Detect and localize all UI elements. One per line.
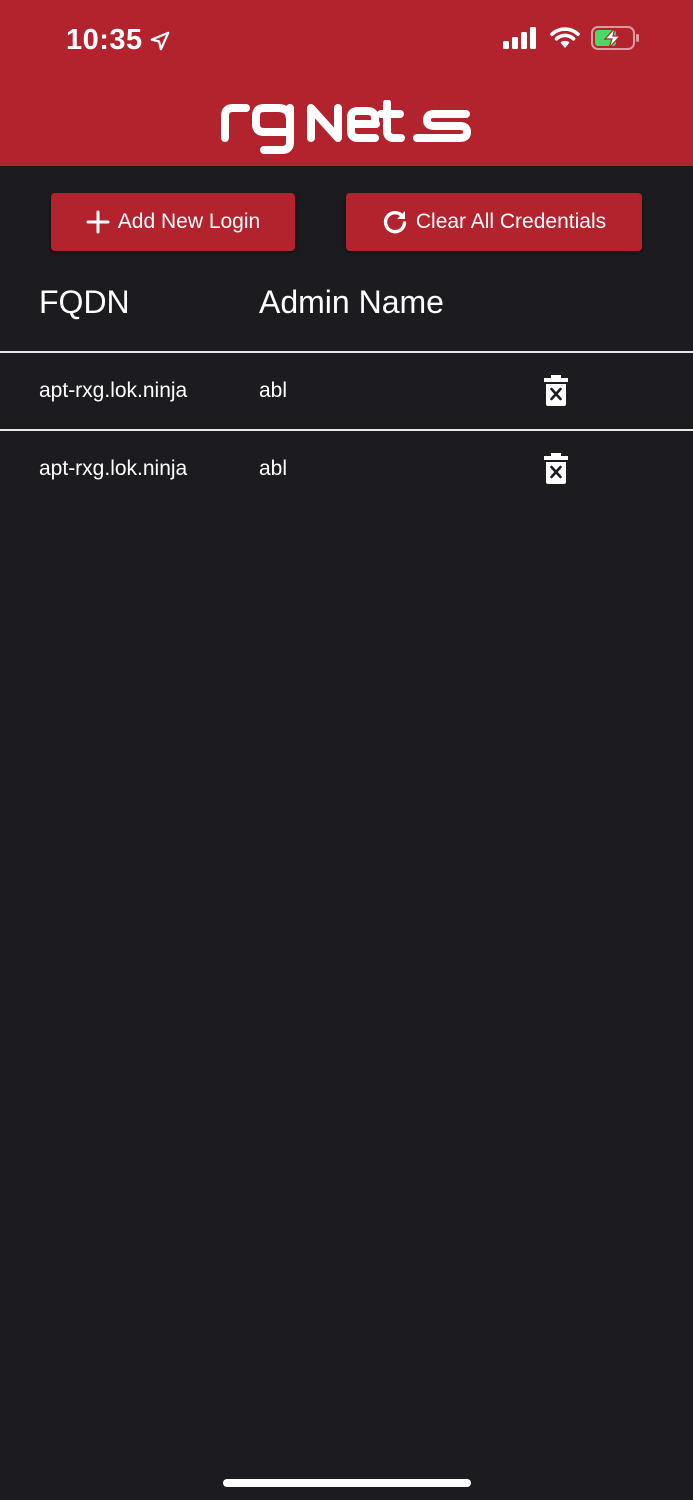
action-buttons: Add New Login Clear All Credentials	[0, 193, 693, 251]
add-new-login-label: Add New Login	[117, 210, 261, 233]
row-fqdn: apt-rxg.lok.ninja	[39, 379, 188, 402]
add-new-login-button[interactable]: Add New Login	[51, 193, 295, 251]
refresh-icon	[383, 211, 407, 234]
delete-trash-icon[interactable]	[543, 453, 569, 485]
plus-icon	[86, 210, 110, 234]
status-time: 10:35	[66, 24, 171, 57]
status-icons	[503, 26, 641, 50]
home-indicator[interactable]	[223, 1479, 471, 1487]
wifi-icon	[550, 27, 580, 48]
battery-charging-icon	[591, 26, 639, 50]
rgnets-logo	[0, 99, 693, 163]
column-header-fqdn: FQDN	[39, 284, 130, 320]
table-row: apt-rxg.lok.ninja abl	[0, 353, 693, 429]
cellular-signal-icon	[503, 27, 536, 49]
clear-all-credentials-button[interactable]: Clear All Credentials	[346, 193, 642, 251]
row-admin-name: abl	[259, 379, 288, 402]
clear-all-credentials-label: Clear All Credentials	[415, 210, 607, 233]
row-admin-name: abl	[259, 457, 288, 480]
table-row: apt-rxg.lok.ninja abl	[0, 431, 693, 507]
app-header: 10:35	[0, 0, 693, 166]
row-fqdn: apt-rxg.lok.ninja	[39, 457, 188, 480]
location-arrow-icon	[150, 31, 170, 50]
rgnets-logo-image	[220, 99, 471, 154]
status-bar: 10:35	[0, 0, 693, 84]
delete-trash-icon[interactable]	[543, 375, 569, 407]
column-header-admin-name: Admin Name	[259, 284, 444, 320]
status-time-text: 10:35	[66, 24, 143, 56]
